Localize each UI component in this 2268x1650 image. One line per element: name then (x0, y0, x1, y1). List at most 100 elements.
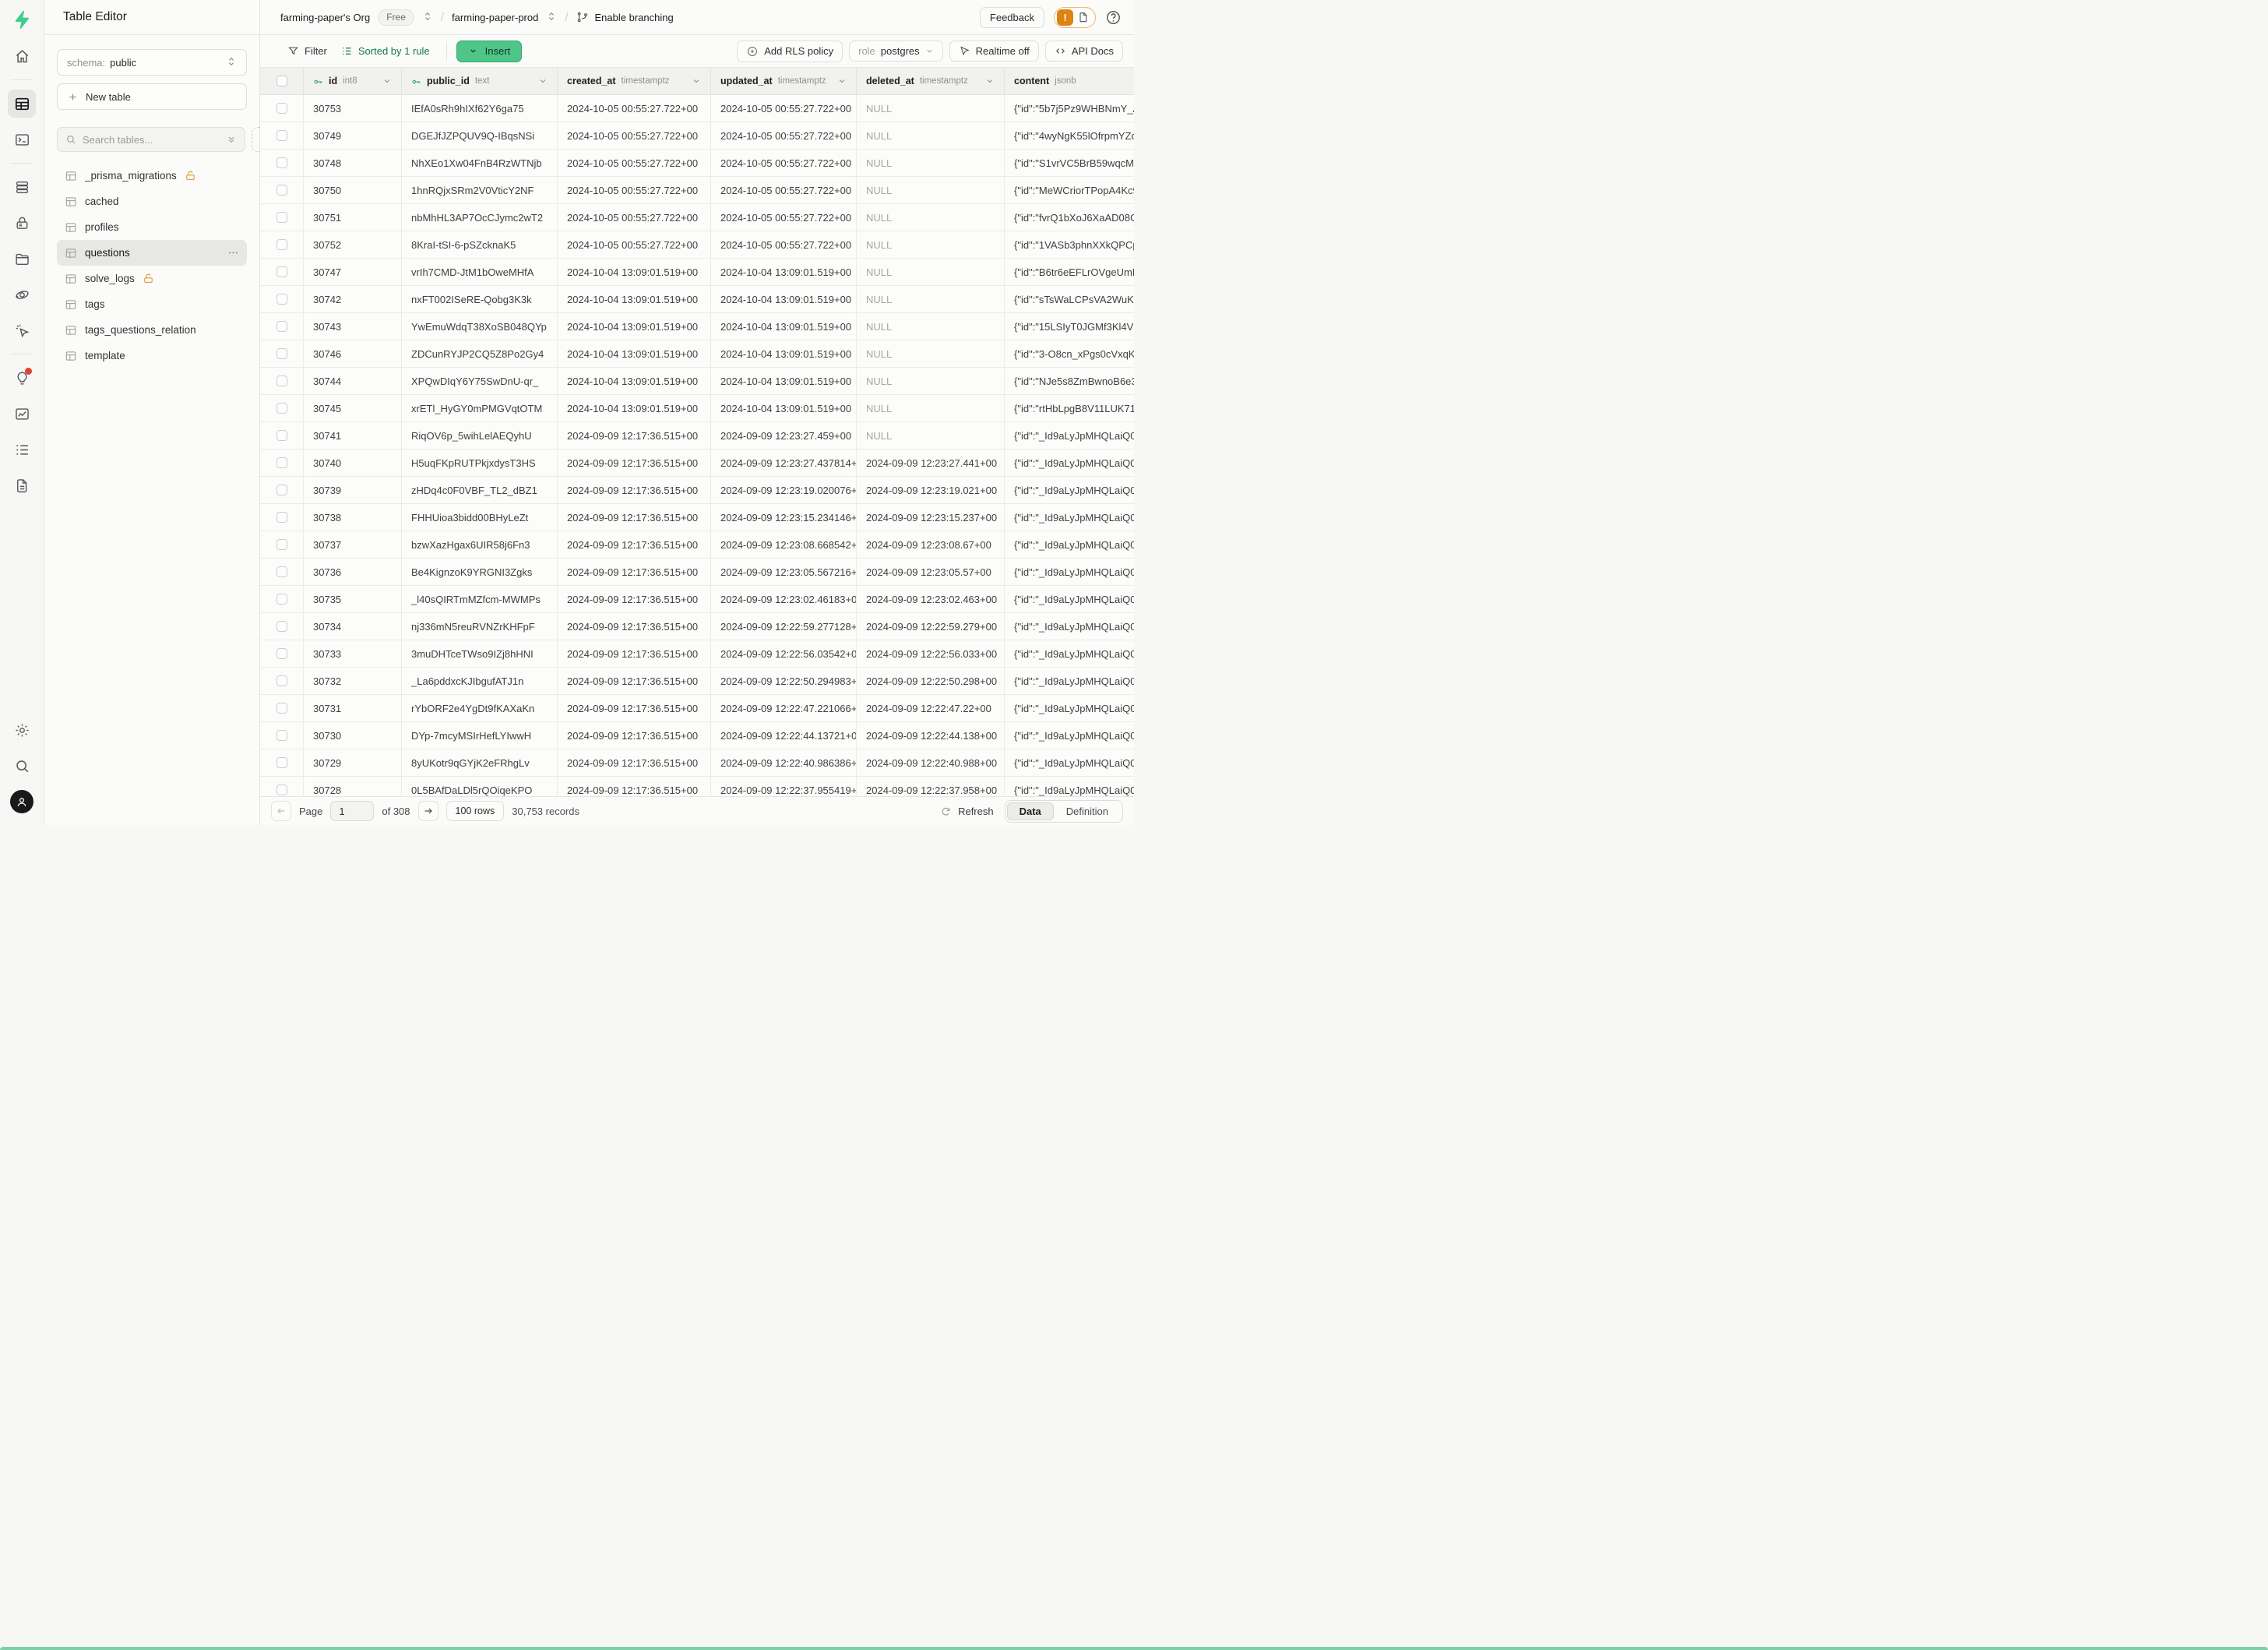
account-avatar[interactable] (8, 788, 36, 816)
row-select-cell[interactable] (260, 504, 304, 531)
cell-public_id[interactable]: DGEJfJZPQUV9Q-IBqsNSi (402, 122, 558, 149)
cell-content[interactable]: {"id":"_Id9aLyJpMHQLaiQ0 (1005, 450, 1134, 476)
cell-created_at[interactable]: 2024-09-09 12:17:36.515+00 (558, 559, 711, 585)
cell-content[interactable]: {"id":"_Id9aLyJpMHQLaiQ0 (1005, 749, 1134, 776)
refresh-button[interactable]: Refresh (940, 806, 994, 817)
table-row[interactable]: 30735_l40sQIRTmMZfcm-MWMPs2024-09-09 12:… (260, 586, 1134, 613)
row-select-cell[interactable] (260, 749, 304, 776)
table-row[interactable]: 30747vrIh7CMD-JtM1bOweMHfA2024-10-04 13:… (260, 259, 1134, 286)
cell-created_at[interactable]: 2024-10-05 00:55:27.722+00 (558, 95, 711, 122)
cell-updated_at[interactable]: 2024-10-04 13:09:01.519+00 (711, 340, 857, 367)
cell-public_id[interactable]: XPQwDIqY6Y75SwDnU-qr_ (402, 368, 558, 394)
cell-public_id[interactable]: ZDCunRYJP2CQ5Z8Po2Gy4 (402, 340, 558, 367)
cell-public_id[interactable]: DYp-7mcyMSIrHefLYIwwH (402, 722, 558, 749)
chevron-down-icon[interactable] (985, 76, 995, 86)
cell-id[interactable]: 30744 (304, 368, 402, 394)
column-header-created-at[interactable]: created_at timestamptz (558, 68, 711, 94)
cell-created_at[interactable]: 2024-10-05 00:55:27.722+00 (558, 150, 711, 176)
cell-id[interactable]: 30738 (304, 504, 402, 531)
chevron-down-icon[interactable] (837, 76, 847, 86)
cell-content[interactable]: {"id":"_Id9aLyJpMHQLaiQ0 (1005, 695, 1134, 721)
nav-database[interactable] (8, 173, 36, 201)
sidebar-item-solve_logs[interactable]: solve_logs (57, 266, 247, 291)
cell-content[interactable]: {"id":"15LSIyT0JGMf3Kl4Vn (1005, 313, 1134, 340)
nav-logs[interactable] (8, 435, 36, 464)
cell-created_at[interactable]: 2024-09-09 12:17:36.515+00 (558, 695, 711, 721)
sidebar-item-template[interactable]: template (57, 343, 247, 368)
table-row[interactable]: 30731rYbORF2e4YgDt9fKAXaKn2024-09-09 12:… (260, 695, 1134, 722)
cell-deleted_at[interactable]: NULL (857, 395, 1005, 421)
column-header-public-id[interactable]: public_id text (402, 68, 558, 94)
schema-select[interactable]: schema: public (57, 49, 247, 76)
cell-id[interactable]: 30748 (304, 150, 402, 176)
row-checkbox[interactable] (276, 457, 287, 468)
cell-created_at[interactable]: 2024-10-04 13:09:01.519+00 (558, 259, 711, 285)
row-checkbox[interactable] (276, 103, 287, 114)
select-all-checkbox[interactable] (276, 76, 287, 86)
cell-deleted_at[interactable]: 2024-09-09 12:23:15.237+00 (857, 504, 1005, 531)
row-checkbox[interactable] (276, 648, 287, 659)
cell-created_at[interactable]: 2024-09-09 12:17:36.515+00 (558, 777, 711, 796)
rows-per-page-select[interactable]: 100 rows (446, 801, 505, 821)
cell-created_at[interactable]: 2024-09-09 12:17:36.515+00 (558, 504, 711, 531)
cell-updated_at[interactable]: 2024-09-09 12:22:56.03542+00 (711, 640, 857, 667)
row-checkbox[interactable] (276, 566, 287, 577)
row-checkbox[interactable] (276, 375, 287, 386)
cell-updated_at[interactable]: 2024-09-09 12:22:47.221066+00 (711, 695, 857, 721)
cell-created_at[interactable]: 2024-09-09 12:17:36.515+00 (558, 722, 711, 749)
cell-id[interactable]: 30734 (304, 613, 402, 640)
cell-deleted_at[interactable]: NULL (857, 368, 1005, 394)
feedback-button[interactable]: Feedback (980, 7, 1044, 28)
column-header-id[interactable]: id int8 (304, 68, 402, 94)
row-checkbox[interactable] (276, 348, 287, 359)
row-checkbox[interactable] (276, 621, 287, 632)
table-row[interactable]: 30741RiqOV6p_5wihLelAEQyhU2024-09-09 12:… (260, 422, 1134, 450)
cell-deleted_at[interactable]: 2024-09-09 12:23:19.021+00 (857, 477, 1005, 503)
cell-public_id[interactable]: nj336mN5reuRVNZrKHFpF (402, 613, 558, 640)
table-row[interactable]: 30743YwEmuWdqT38XoSB048QYp2024-10-04 13:… (260, 313, 1134, 340)
cell-content[interactable]: {"id":"fvrQ1bXoJ6XaAD08G (1005, 204, 1134, 231)
row-checkbox[interactable] (276, 403, 287, 414)
cell-created_at[interactable]: 2024-09-09 12:17:36.515+00 (558, 477, 711, 503)
row-select-cell[interactable] (260, 559, 304, 585)
table-row[interactable]: 30751nbMhHL3AP7OcCJymc2wT22024-10-05 00:… (260, 204, 1134, 231)
row-checkbox[interactable] (276, 594, 287, 605)
row-select-cell[interactable] (260, 340, 304, 367)
cell-content[interactable]: {"id":"rtHbLpgB8V11LUK7152 (1005, 395, 1134, 421)
table-row[interactable]: 307528KraI-tSI-6-pSZcknaK52024-10-05 00:… (260, 231, 1134, 259)
row-checkbox[interactable] (276, 212, 287, 223)
cell-public_id[interactable]: bzwXazHgax6UIR58j6Fn3 (402, 531, 558, 558)
cell-deleted_at[interactable]: 2024-09-09 12:22:59.279+00 (857, 613, 1005, 640)
row-select-cell[interactable] (260, 368, 304, 394)
cell-created_at[interactable]: 2024-10-04 13:09:01.519+00 (558, 368, 711, 394)
row-select-cell[interactable] (260, 695, 304, 721)
page-number-input[interactable] (330, 801, 374, 821)
row-select-cell[interactable] (260, 586, 304, 612)
cell-content[interactable]: {"id":"S1vrVC5BrB59wqcM4 (1005, 150, 1134, 176)
cell-deleted_at[interactable]: 2024-09-09 12:22:44.138+00 (857, 722, 1005, 749)
cell-public_id[interactable]: H5uqFKpRUTPkjxdysT3HS (402, 450, 558, 476)
cell-id[interactable]: 30737 (304, 531, 402, 558)
cell-deleted_at[interactable]: NULL (857, 340, 1005, 367)
row-checkbox[interactable] (276, 703, 287, 714)
cell-updated_at[interactable]: 2024-10-04 13:09:01.519+00 (711, 368, 857, 394)
api-docs-button[interactable]: API Docs (1045, 41, 1123, 62)
cell-content[interactable]: {"id":"_Id9aLyJpMHQLaiQ0 (1005, 504, 1134, 531)
cell-content[interactable]: {"id":"4wyNgK55lOfrpmYZo (1005, 122, 1134, 149)
cell-updated_at[interactable]: 2024-09-09 12:23:05.567216+00 (711, 559, 857, 585)
cell-id[interactable]: 30750 (304, 177, 402, 203)
row-checkbox[interactable] (276, 157, 287, 168)
table-row[interactable]: 307501hnRQjxSRm2V0VticY2NF2024-10-05 00:… (260, 177, 1134, 204)
new-table-button[interactable]: New table (57, 83, 247, 110)
cell-updated_at[interactable]: 2024-10-04 13:09:01.519+00 (711, 313, 857, 340)
row-select-cell[interactable] (260, 450, 304, 476)
table-options-button[interactable] (227, 247, 239, 259)
cell-public_id[interactable]: rYbORF2e4YgDt9fKAXaKn (402, 695, 558, 721)
nav-table-editor[interactable] (8, 90, 36, 118)
cell-created_at[interactable]: 2024-09-09 12:17:36.515+00 (558, 749, 711, 776)
row-checkbox[interactable] (276, 512, 287, 523)
cell-id[interactable]: 30729 (304, 749, 402, 776)
prev-page-button[interactable] (271, 801, 291, 821)
table-row[interactable]: 30744XPQwDIqY6Y75SwDnU-qr_2024-10-04 13:… (260, 368, 1134, 395)
tab-data[interactable]: Data (1007, 802, 1054, 820)
